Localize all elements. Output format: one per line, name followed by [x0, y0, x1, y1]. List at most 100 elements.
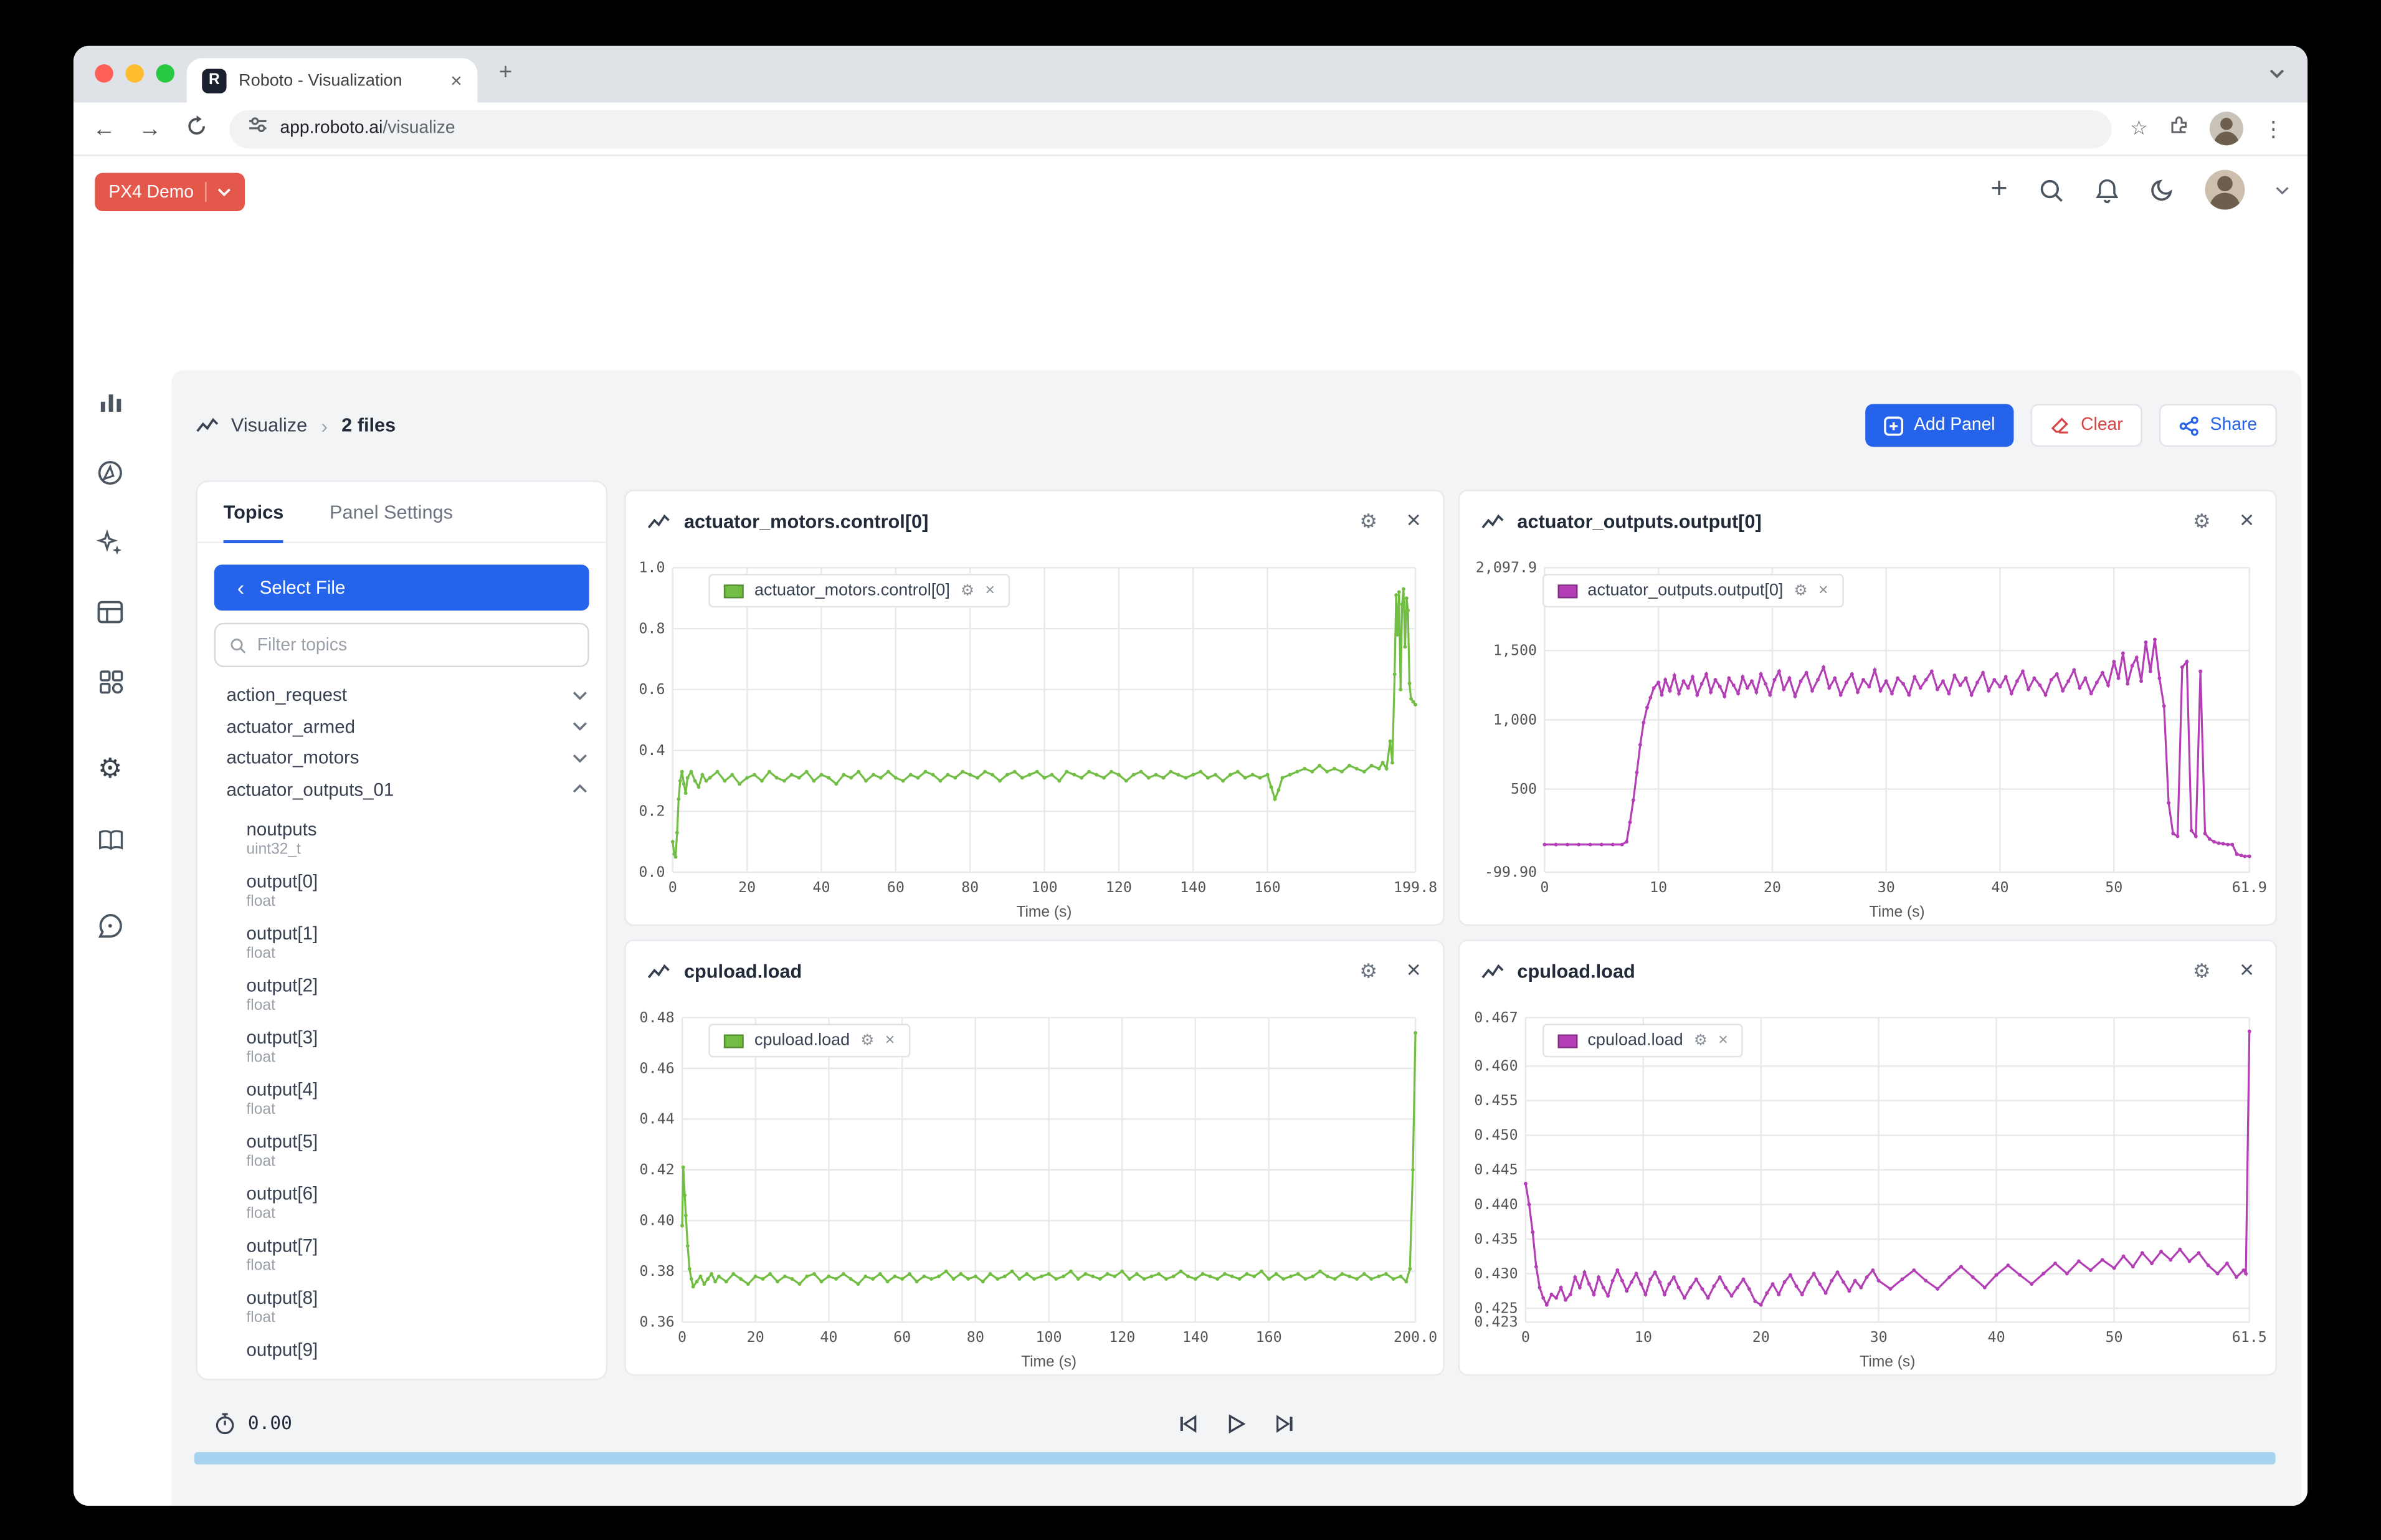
field-output-3[interactable]: output[3] float — [246, 1020, 587, 1073]
chart-plot[interactable]: cpuload.load ⚙ × 0102030405061.50.4230.4… — [1459, 1002, 2275, 1374]
create-new-button[interactable]: + — [1990, 176, 2007, 203]
sidebar-item-docs[interactable] — [74, 814, 147, 867]
account-chevron-icon[interactable] — [2276, 184, 2289, 195]
chart-legend[interactable]: cpuload.load ⚙ × — [1542, 1024, 1744, 1057]
svg-text:0.48: 0.48 — [640, 1009, 675, 1026]
workspace-selector[interactable]: PX4 Demo — [95, 173, 244, 211]
book-icon — [97, 828, 123, 852]
sidebar-item-explore[interactable] — [74, 447, 147, 499]
chart-plot[interactable]: cpuload.load ⚙ × 02040608010012014016020… — [626, 1002, 1442, 1374]
series-remove-button[interactable]: × — [885, 1032, 895, 1050]
svg-text:0.36: 0.36 — [640, 1313, 675, 1331]
series-gear-button[interactable]: ⚙ — [1794, 582, 1808, 599]
field-output-1[interactable]: output[1] float — [246, 916, 587, 969]
add-panel-button[interactable]: Add Panel — [1865, 404, 2013, 447]
breadcrumb-section[interactable]: Visualize — [231, 415, 307, 436]
panel-close-button[interactable]: × — [2240, 508, 2254, 535]
panel-close-button[interactable]: × — [1407, 958, 1421, 986]
grid-icon — [97, 668, 123, 694]
field-output-0[interactable]: output[0] float — [246, 865, 587, 917]
sidebar-item-support[interactable] — [74, 900, 147, 952]
skip-to-start-button[interactable] — [1178, 1413, 1198, 1433]
close-window-button[interactable] — [95, 64, 113, 82]
field-output-9[interactable]: output[9] — [246, 1333, 587, 1366]
svg-text:Time (s): Time (s) — [1021, 1353, 1076, 1370]
chart-legend[interactable]: actuator_outputs.output[0] ⚙ × — [1542, 574, 1843, 607]
notifications-bell-icon[interactable] — [2095, 177, 2119, 203]
dark-mode-moon-icon[interactable] — [2150, 178, 2174, 202]
new-tab-button[interactable]: + — [499, 63, 513, 84]
line-chart-icon — [196, 417, 219, 434]
minimize-window-button[interactable] — [125, 64, 143, 82]
select-file-button[interactable]: ‹ Select File — [214, 564, 589, 611]
panel-settings-gear-button[interactable]: ⚙ — [2193, 959, 2211, 984]
user-avatar[interactable] — [2205, 170, 2245, 210]
series-remove-button[interactable]: × — [1718, 1032, 1728, 1050]
series-remove-button[interactable]: × — [1818, 581, 1828, 599]
field-output-2[interactable]: output[2] float — [246, 969, 587, 1021]
topic-action-request[interactable]: action_request — [227, 680, 588, 711]
tab-panel-settings[interactable]: Panel Settings — [330, 482, 453, 542]
search-icon[interactable] — [2038, 177, 2065, 203]
field-output-6[interactable]: output[6] float — [246, 1177, 587, 1229]
chart-legend[interactable]: cpuload.load ⚙ × — [708, 1024, 910, 1057]
address-bar[interactable]: app.roboto.ai/visualize — [229, 110, 2111, 148]
url-text[interactable]: app.roboto.ai/visualize — [280, 120, 455, 138]
tab-search-chevron-icon[interactable] — [2268, 63, 2286, 90]
breadcrumb-files-count[interactable]: 2 files — [341, 415, 396, 436]
bookmark-star-icon[interactable]: ☆ — [2130, 116, 2148, 141]
sidebar-item-settings[interactable]: ⚙ — [74, 742, 147, 794]
series-gear-button[interactable]: ⚙ — [860, 1032, 874, 1049]
reload-button[interactable] — [174, 114, 217, 143]
extensions-icon[interactable] — [2168, 114, 2189, 143]
browser-tab[interactable]: R Roboto - Visualization × — [187, 58, 478, 102]
field-noutputs[interactable]: noutputs uint32_t — [246, 812, 587, 865]
share-button[interactable]: Share — [2160, 404, 2277, 447]
skip-to-end-button[interactable] — [1275, 1413, 1295, 1433]
panel-settings-gear-button[interactable]: ⚙ — [2193, 510, 2211, 534]
series-gear-button[interactable]: ⚙ — [961, 582, 974, 599]
series-gear-button[interactable]: ⚙ — [1694, 1032, 1708, 1049]
series-remove-button[interactable]: × — [985, 581, 995, 599]
chart-plot[interactable]: actuator_motors.control[0] ⚙ × 020406080… — [626, 553, 1442, 924]
field-output-5[interactable]: output[5] float — [246, 1124, 587, 1177]
chart-plot[interactable]: actuator_outputs.output[0] ⚙ × 010203040… — [1459, 553, 2275, 924]
zoom-window-button[interactable] — [156, 64, 174, 82]
browser-menu-icon[interactable]: ⋮ — [2263, 115, 2284, 141]
panel-close-button[interactable]: × — [2240, 958, 2254, 986]
panel-close-button[interactable]: × — [1407, 508, 1421, 535]
svg-text:20: 20 — [1751, 1328, 1769, 1346]
field-output-8[interactable]: output[8] float — [246, 1281, 587, 1333]
back-button[interactable]: ← — [83, 115, 126, 141]
topic-actuator-motors[interactable]: actuator_motors — [227, 742, 588, 773]
sidebar-item-collections[interactable] — [74, 586, 147, 639]
line-chart-icon — [647, 513, 670, 530]
chevron-down-icon — [217, 187, 230, 197]
play-button[interactable] — [1227, 1413, 1245, 1433]
select-file-label: Select File — [260, 577, 346, 598]
filter-topics-field — [214, 623, 589, 667]
tab-close-icon[interactable]: × — [450, 69, 462, 92]
field-output-4[interactable]: output[4] float — [246, 1073, 587, 1125]
sidebar-item-datasets[interactable] — [74, 655, 147, 707]
sidebar-item-metrics[interactable] — [74, 375, 147, 427]
forward-button[interactable]: → — [128, 115, 171, 141]
svg-text:0.460: 0.460 — [1473, 1057, 1517, 1075]
chart-legend[interactable]: actuator_motors.control[0] ⚙ × — [708, 574, 1010, 607]
clear-button[interactable]: Clear — [2030, 404, 2142, 447]
browser-profile-avatar[interactable] — [2209, 112, 2243, 145]
tab-topics[interactable]: Topics — [224, 482, 284, 542]
timeline-scrollbar[interactable] — [194, 1452, 2276, 1465]
panel-settings-gear-button[interactable]: ⚙ — [1359, 959, 1377, 984]
svg-text:0.0: 0.0 — [639, 863, 665, 880]
field-output-7[interactable]: output[7] float — [246, 1229, 587, 1281]
app-root: PX4 Demo + — [74, 156, 2307, 1506]
topic-actuator-outputs-01[interactable]: actuator_outputs_01 — [227, 774, 588, 805]
topic-actuator-armed[interactable]: actuator_armed — [227, 711, 588, 742]
sidebar-item-ai[interactable] — [74, 517, 147, 569]
add-panel-label: Add Panel — [1914, 416, 1995, 434]
site-info-icon[interactable] — [248, 115, 268, 142]
filter-topics-input[interactable] — [257, 636, 574, 654]
series-label: actuator_motors.control[0] — [754, 581, 950, 599]
panel-settings-gear-button[interactable]: ⚙ — [1359, 510, 1377, 534]
